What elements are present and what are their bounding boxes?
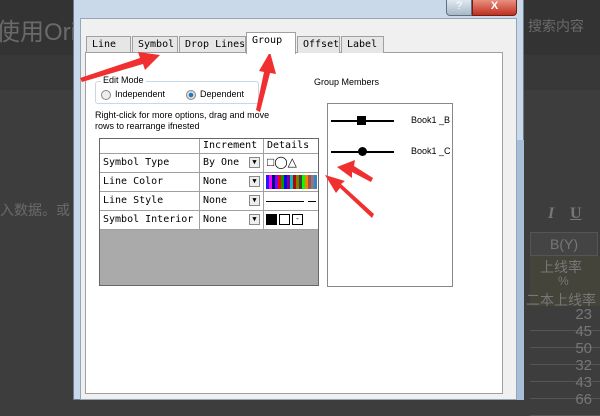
tab-group[interactable]: Group: [246, 32, 296, 54]
red-arrow-icon: [325, 175, 374, 218]
annotation-arrows: [80, 52, 374, 218]
red-arrow-icon: [337, 160, 373, 182]
red-arrow-icon: [80, 52, 160, 82]
red-arrow-icon: [256, 52, 276, 112]
